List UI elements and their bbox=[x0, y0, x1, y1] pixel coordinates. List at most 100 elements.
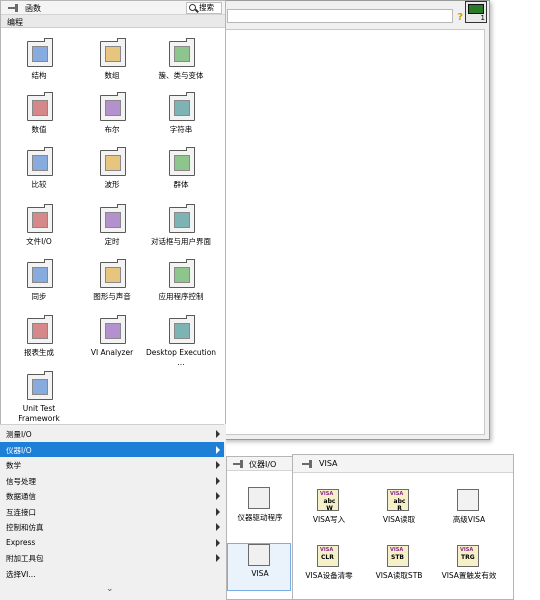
palette-tile[interactable]: 图形与声音 bbox=[76, 259, 148, 314]
waveform-icon bbox=[100, 147, 126, 176]
submenu-arrow-icon bbox=[216, 445, 220, 454]
instrument-io-label: 仪器驱动程序 bbox=[237, 513, 283, 522]
menu-item[interactable]: 控制和仿真 bbox=[0, 519, 224, 534]
visa-icon-mid: abc W bbox=[323, 498, 336, 512]
palette-tile[interactable]: 文件I/O bbox=[3, 204, 75, 259]
string-icon bbox=[169, 92, 195, 121]
tile-label: 簇、类与变体 bbox=[158, 71, 204, 80]
palette-tile[interactable]: 布尔 bbox=[76, 92, 148, 147]
tile-label: 定时 bbox=[104, 237, 120, 246]
visa-read-icon: VISA abc R bbox=[387, 489, 409, 512]
diagram-toolbar: ? 1 bbox=[223, 1, 489, 27]
tile-label: Unit Test Framework bbox=[18, 404, 60, 423]
tile-label: 字符串 bbox=[169, 125, 193, 134]
menu-item[interactable]: 选择VI... bbox=[0, 566, 224, 581]
instrument-io-header: 仪器I/O bbox=[227, 457, 293, 471]
instrument-drivers-icon bbox=[248, 487, 270, 509]
palette-tile[interactable]: 对话框与用户界面 bbox=[145, 204, 217, 259]
visa-item-label: VISA置触发有效 bbox=[441, 571, 497, 580]
menu-item-label: 数据通信 bbox=[6, 492, 36, 501]
pin-icon[interactable] bbox=[232, 459, 244, 469]
menu-item[interactable]: 互连接口 bbox=[0, 504, 224, 519]
palette-tile[interactable]: 比较 bbox=[3, 147, 75, 202]
tile-label: 报表生成 bbox=[24, 348, 54, 357]
tile-label: 数组 bbox=[104, 71, 120, 80]
palette-tile[interactable]: 簇、类与变体 bbox=[145, 38, 217, 93]
comparison-icon bbox=[27, 147, 53, 176]
visa-item[interactable]: 高级VISA bbox=[433, 489, 505, 529]
menu-item-label: 测量I/O bbox=[6, 430, 32, 439]
search-icon bbox=[189, 4, 196, 11]
menu-item-label: 信号处理 bbox=[6, 476, 36, 486]
visa-icon-top: VISA bbox=[390, 491, 404, 497]
palette-tile[interactable]: Desktop Execution ... bbox=[145, 315, 217, 370]
palette-tile[interactable]: 定时 bbox=[76, 204, 148, 259]
visa-subpalette: VISA VISA abc W VISA写入 VISA abc R VISA读取高级VIS… bbox=[292, 454, 514, 600]
palette-tile[interactable]: 数组 bbox=[76, 38, 148, 93]
palette-tile[interactable]: 数值 bbox=[3, 92, 75, 147]
submenu-arrow-icon bbox=[216, 507, 220, 516]
palette-tile[interactable]: VI Analyzer bbox=[76, 315, 148, 370]
submenu-arrow-icon bbox=[216, 492, 220, 500]
dialog-ui-icon bbox=[169, 204, 195, 233]
instrument-io-subpalette: 仪器I/O 仪器驱动程序 VISA bbox=[226, 456, 294, 600]
palette-tile[interactable]: 应用程序控制 bbox=[145, 259, 217, 314]
more-chevron-icon[interactable]: ⌄ bbox=[106, 584, 114, 594]
tile-label: 波形 bbox=[104, 180, 120, 189]
structures-icon bbox=[27, 38, 53, 67]
palette-tile[interactable]: 字符串 bbox=[145, 92, 217, 147]
instrument-io-item[interactable]: VISA bbox=[227, 543, 291, 591]
visa-clear-icon: VISA CLR bbox=[317, 545, 339, 567]
cluster-class-variant-icon bbox=[169, 38, 195, 67]
vi-icon[interactable]: 1 bbox=[465, 1, 487, 23]
visa-assert-trigger-icon: VISA TRG bbox=[457, 545, 479, 567]
palette-header: 函数 搜索 bbox=[1, 1, 225, 15]
toolbar-field[interactable] bbox=[227, 9, 453, 23]
synchronization-icon bbox=[27, 259, 53, 288]
visa-item[interactable]: VISA TRG VISA置触发有效 bbox=[433, 545, 505, 585]
visa-item[interactable]: VISA abc R VISA读取 bbox=[363, 489, 435, 529]
pin-icon[interactable] bbox=[7, 3, 19, 13]
palette-tile[interactable]: 报表生成 bbox=[3, 315, 75, 370]
report-generation-icon bbox=[27, 315, 53, 344]
palette-tile[interactable]: 同步 bbox=[3, 259, 75, 314]
menu-item[interactable]: 测量I/O bbox=[0, 426, 224, 441]
tile-label: 数值 bbox=[31, 125, 47, 134]
palette-tile[interactable]: 群体 bbox=[145, 147, 217, 202]
menu-item[interactable]: 信号处理 bbox=[0, 473, 224, 488]
section-label: 编程 bbox=[7, 18, 23, 27]
numeric-icon bbox=[27, 92, 53, 121]
instrument-io-item[interactable]: 仪器驱动程序 bbox=[224, 487, 296, 535]
pin-icon[interactable] bbox=[301, 459, 313, 469]
visa-header: VISA bbox=[293, 455, 513, 473]
visa-item-label: 高级VISA bbox=[452, 515, 486, 524]
palette-tile[interactable]: 结构 bbox=[3, 38, 75, 93]
instrument-io-title: 仪器I/O bbox=[249, 460, 277, 469]
menu-item-label: 互连接口 bbox=[6, 507, 36, 517]
section-header-programming[interactable]: 编程 bbox=[1, 15, 225, 28]
help-icon[interactable]: ? bbox=[457, 12, 463, 23]
visa-item[interactable]: VISA abc W VISA写入 bbox=[293, 489, 365, 529]
visa-icon-mid: TRG bbox=[461, 554, 475, 561]
boolean-icon bbox=[100, 92, 126, 121]
menu-item[interactable]: Express bbox=[0, 535, 224, 550]
visa-item[interactable]: VISA CLR VISA设备清零 bbox=[293, 545, 365, 585]
submenu-arrow-icon bbox=[216, 476, 220, 485]
menu-item[interactable]: 数据通信 bbox=[0, 488, 224, 503]
application-control-icon bbox=[169, 259, 195, 288]
diagram-canvas[interactable] bbox=[225, 29, 485, 435]
array-icon bbox=[100, 38, 126, 67]
menu-item[interactable]: 数学 bbox=[0, 457, 224, 472]
search-button[interactable]: 搜索 bbox=[186, 2, 222, 14]
palette-tile[interactable]: Unit Test Framework bbox=[3, 371, 75, 426]
palette-tile[interactable]: 波形 bbox=[76, 147, 148, 202]
visa-icon-mid: CLR bbox=[321, 554, 334, 561]
menu-item[interactable]: 仪器I/O bbox=[0, 441, 224, 457]
advanced-visa-icon bbox=[457, 489, 479, 511]
menu-item[interactable]: 附加工具包 bbox=[0, 550, 224, 565]
visa-write-icon: VISA abc W bbox=[317, 489, 339, 512]
visa-icon bbox=[248, 544, 270, 566]
tile-label: 布尔 bbox=[104, 125, 120, 134]
visa-item[interactable]: VISA STB VISA读取STB bbox=[363, 545, 435, 585]
menu-item-label: 数学 bbox=[6, 461, 21, 470]
